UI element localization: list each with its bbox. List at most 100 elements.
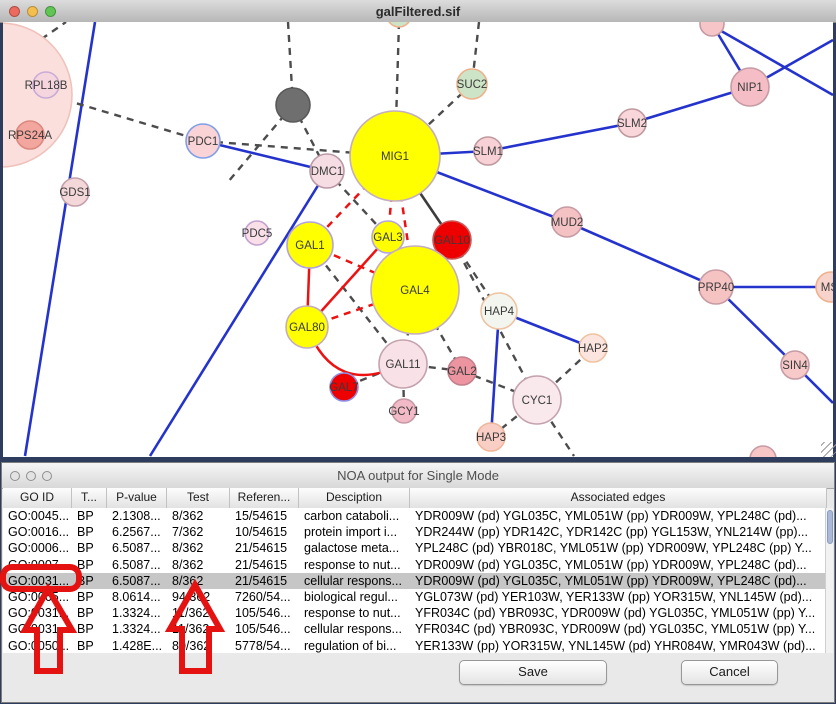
- vertical-scrollbar[interactable]: [825, 508, 833, 654]
- close-button-inactive[interactable]: [10, 471, 20, 481]
- cancel-button[interactable]: Cancel: [681, 660, 778, 685]
- close-button[interactable]: [9, 6, 20, 17]
- window-title: galFiltered.sif: [0, 4, 836, 19]
- table-cell: GO:0007...: [3, 557, 72, 573]
- table-cell: YFR034C (pd) YBR093C, YDR009W (pd) YGL03…: [410, 605, 827, 621]
- node-SIN4[interactable]: [781, 351, 809, 379]
- node-HAP2[interactable]: [579, 334, 607, 362]
- noa-output-window: NOA output for Single Mode GO IDT...P-va…: [1, 462, 835, 703]
- node-PDC1[interactable]: [186, 124, 220, 158]
- table-cell: GO:0031...: [3, 621, 72, 637]
- node-SLM2[interactable]: [618, 109, 646, 137]
- node-HAP3[interactable]: [477, 423, 505, 451]
- node-GAL7[interactable]: [330, 373, 358, 401]
- table-cell: 1.428E...: [107, 638, 167, 654]
- column-header-desciption[interactable]: Desciption: [299, 488, 410, 508]
- table-cell: BP: [72, 508, 107, 524]
- zoom-button-inactive[interactable]: [42, 471, 52, 481]
- node-GAL80[interactable]: [286, 306, 328, 348]
- node-RPL18B[interactable]: [33, 72, 59, 98]
- edge-blue[interactable]: [567, 222, 716, 287]
- table-cell: carbon cataboli...: [299, 508, 410, 524]
- column-header-referen-[interactable]: Referen...: [230, 488, 299, 508]
- node-MUD2[interactable]: [552, 207, 582, 237]
- node-topcut2[interactable]: [700, 22, 724, 36]
- zoom-button[interactable]: [45, 6, 56, 17]
- save-button[interactable]: Save: [459, 660, 607, 685]
- table-row[interactable]: GO:0050...BP1.428E...80/3625778/54...reg…: [3, 638, 827, 654]
- table-cell: 7/362: [167, 524, 230, 540]
- column-header-test[interactable]: Test: [167, 488, 230, 508]
- table-cell: BP: [72, 573, 107, 589]
- column-header-go-id[interactable]: GO ID: [3, 488, 72, 508]
- node-GAL1[interactable]: [287, 222, 333, 268]
- table-cell: YPL248C (pd) YBR018C, YML051W (pp) YDR00…: [410, 540, 827, 556]
- node-botcut[interactable]: [750, 446, 776, 457]
- column-header-t-[interactable]: T...: [72, 488, 107, 508]
- node-DMC1[interactable]: [310, 154, 344, 188]
- edge-blue[interactable]: [488, 123, 632, 151]
- edge-blue[interactable]: [491, 311, 499, 437]
- table-cell: response to nut...: [299, 605, 410, 621]
- node-dark[interactable]: [276, 88, 310, 122]
- edge-blue[interactable]: [203, 141, 327, 171]
- table-cell: 21/54615: [230, 540, 299, 556]
- table-cell: YFR034C (pd) YBR093C, YDR009W (pd) YGL03…: [410, 621, 827, 637]
- table-row[interactable]: GO:0065...BP8.0614...94/3627260/54...bio…: [3, 589, 827, 605]
- node-MIG1[interactable]: [350, 111, 440, 201]
- table-cell: 11/362: [167, 621, 230, 637]
- table-cell: 105/546...: [230, 621, 299, 637]
- table-row[interactable]: GO:0016...BP6.2567...7/36210/54615protei…: [3, 524, 827, 540]
- noa-window-title: NOA output for Single Mode: [2, 468, 834, 483]
- node-SUC2[interactable]: [457, 69, 487, 99]
- node-GCY1[interactable]: [392, 399, 416, 423]
- table-cell: YDR009W (pd) YGL035C, YML051W (pp) YDR00…: [410, 557, 827, 573]
- minimize-button[interactable]: [27, 6, 38, 17]
- table-cell: 10/54615: [230, 524, 299, 540]
- node-GDS1[interactable]: [61, 178, 89, 206]
- table-cell: GO:0045...: [3, 508, 72, 524]
- table-cell: BP: [72, 540, 107, 556]
- table-cell: 15/54615: [230, 508, 299, 524]
- node-HAP4[interactable]: [481, 293, 517, 329]
- minimize-button-inactive[interactable]: [26, 471, 36, 481]
- network-window-titlebar[interactable]: galFiltered.sif: [0, 0, 836, 23]
- table-cell: YDR009W (pd) YGL035C, YML051W (pp) YDR00…: [410, 573, 827, 589]
- table-cell: galactose meta...: [299, 540, 410, 556]
- table-row[interactable]: GO:0031...BP1.3324...11/362105/546...cel…: [3, 621, 827, 637]
- network-svg[interactable]: RPL18BRPS24AGDS1PDC1DMC1MIG1SUC2SLM1SLM2…: [3, 22, 833, 457]
- table-row[interactable]: GO:0031...BP6.5087...8/36221/54615cellul…: [3, 573, 827, 589]
- table-row[interactable]: GO:0045...BP2.1308...8/36215/54615carbon…: [3, 508, 827, 524]
- network-window: galFiltered.sif RPL18BRPS24AGDS1PDC1DMC1…: [0, 0, 836, 457]
- table-cell: 8/362: [167, 540, 230, 556]
- node-GAL4[interactable]: [371, 246, 459, 334]
- node-GAL11[interactable]: [379, 340, 427, 388]
- button-panel: Save Cancel: [2, 653, 834, 702]
- noa-window-titlebar[interactable]: NOA output for Single Mode: [2, 463, 834, 489]
- node-GAL2[interactable]: [448, 357, 476, 385]
- node-PRP40[interactable]: [699, 270, 733, 304]
- node-CYC1[interactable]: [513, 376, 561, 424]
- node-topcut1[interactable]: [387, 22, 411, 27]
- table-cell: 21/54615: [230, 573, 299, 589]
- table-cell: YDR244W (pp) YDR142C, YDR142C (pp) YGL15…: [410, 524, 827, 540]
- node-NIP1[interactable]: [731, 68, 769, 106]
- node-SLM1[interactable]: [474, 137, 502, 165]
- table-row[interactable]: GO:0007...BP6.5087...8/36221/54615respon…: [3, 557, 827, 573]
- table-header: GO IDT...P-valueTestReferen...Desciption…: [3, 488, 827, 509]
- table-cell: GO:0065...: [3, 589, 72, 605]
- column-header-associated-edges[interactable]: Associated edges: [410, 488, 827, 508]
- table-cell: 6.5087...: [107, 573, 167, 589]
- table-cell: GO:0031...: [3, 605, 72, 621]
- table-cell: 6.5087...: [107, 557, 167, 573]
- table-row[interactable]: GO:0006...BP6.5087...8/36221/54615galact…: [3, 540, 827, 556]
- edge-dash[interactable]: [52, 96, 203, 141]
- node-MSI[interactable]: [816, 272, 833, 302]
- resize-grip-icon[interactable]: [821, 442, 836, 457]
- network-canvas-area[interactable]: RPL18BRPS24AGDS1PDC1DMC1MIG1SUC2SLM1SLM2…: [3, 22, 833, 457]
- table-row[interactable]: GO:0031...BP1.3324...11/362105/546...res…: [3, 605, 827, 621]
- scrollbar-thumb[interactable]: [827, 510, 833, 544]
- column-header-p-value[interactable]: P-value: [107, 488, 167, 508]
- node-PDC5[interactable]: [245, 221, 269, 245]
- node-RPS24A[interactable]: [16, 121, 44, 149]
